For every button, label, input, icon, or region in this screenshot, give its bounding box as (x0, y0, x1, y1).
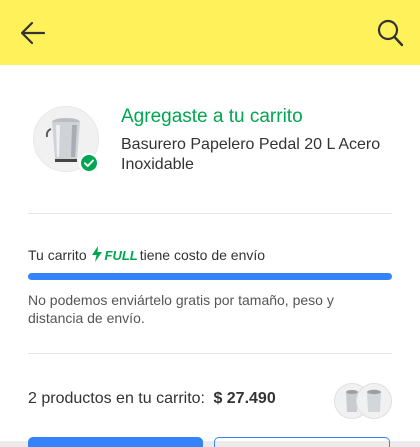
cart-added-title: Agregaste a tu carrito (121, 106, 303, 127)
cart-summary: 2 productos en tu carrito: $ 27.490 (28, 390, 276, 408)
continue-shopping-button[interactable] (214, 437, 390, 447)
shipping-prefix: Tu carrito (28, 247, 87, 263)
cart-total: $ 27.490 (213, 390, 276, 407)
divider (28, 353, 392, 354)
lightning-icon (91, 246, 102, 262)
search-icon[interactable] (376, 18, 404, 48)
top-navbar (0, 0, 420, 65)
full-badge: FULL (104, 248, 138, 263)
shipping-suffix: tiene costo de envío (139, 247, 266, 263)
shipping-cost-notice: Tu carrito FULL tiene costo de envío (28, 246, 265, 263)
shipping-progress-bar (28, 273, 392, 280)
cart-count-label: 2 productos en tu carrito: (28, 390, 205, 407)
cart-item-thumbnail (356, 383, 392, 419)
go-to-cart-button[interactable] (28, 437, 203, 447)
cart-sheet: Agregaste a tu carrito Basurero Papelero… (0, 65, 420, 447)
cart-item-thumbnails (334, 383, 392, 419)
arrow-left-icon[interactable] (18, 18, 48, 48)
check-circle-icon (79, 153, 99, 173)
shipping-message: No podemos enviártelo gratis por tamaño,… (28, 292, 334, 326)
product-name: Basurero Papelero Pedal 20 L Acero Inoxi… (121, 136, 381, 173)
divider (28, 213, 392, 214)
